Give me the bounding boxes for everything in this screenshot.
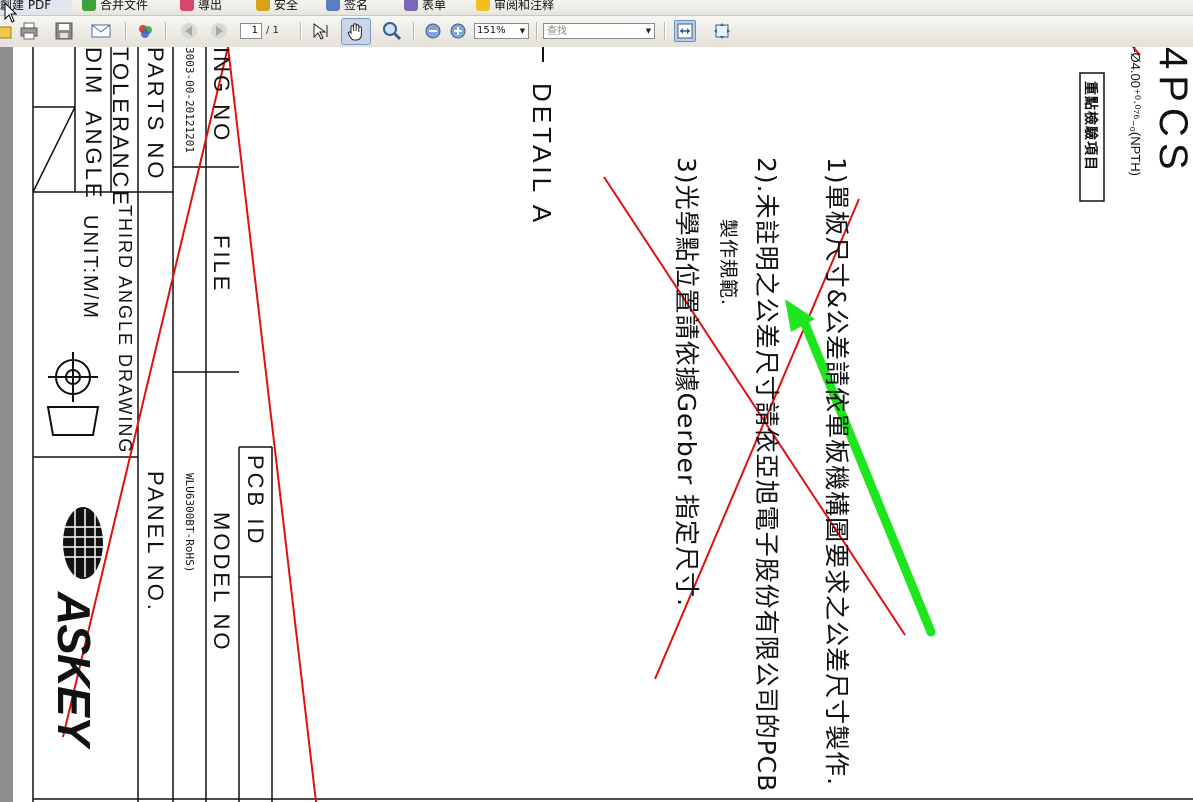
drawing-no-label: ING NO (209, 47, 234, 144)
arrow-right-icon (211, 23, 227, 39)
forms-icon (404, 0, 418, 11)
chevron-down-icon[interactable]: ▼ (644, 25, 653, 37)
fit-page-button[interactable] (711, 20, 733, 42)
email-icon (91, 24, 111, 38)
menu-item-label: 表单 (422, 0, 447, 12)
note-3: 3)光學點位置請依據Gerber 指定尺寸. (672, 157, 701, 608)
detail-label: DETAIL A (527, 83, 557, 227)
pcs-count: 4PCS (1151, 47, 1193, 176)
hand-tool-button[interactable] (341, 18, 371, 45)
menu-item-label: 安全 (274, 0, 299, 12)
navigation-pane-edge (0, 47, 13, 802)
sign-icon (326, 0, 340, 11)
menu-combine-files[interactable]: 合并文件 (82, 0, 148, 13)
find-box: ▼ (543, 23, 655, 39)
red-markup-lines (62, 47, 1141, 802)
askey-logo: ASKEY (48, 592, 100, 746)
toolbar: 1 / 1 151% ▼ ▼ (0, 16, 1193, 48)
pcb-id-label: PCB ID (243, 455, 268, 547)
logo-emblem (63, 507, 103, 579)
model-value: WLU6300BT-RoHS) (183, 473, 196, 573)
unit-label: UNIT:M/M (79, 215, 101, 320)
zoom-in-button[interactable] (447, 20, 469, 42)
dim-label: DIM (81, 47, 106, 97)
green-annotation-arrow (785, 299, 936, 637)
chevron-down-icon: ▼ (519, 27, 526, 35)
menu-bar: 創建 PDF 合并文件 導出 安全 签名 表单 审阅和注释 (0, 0, 1193, 16)
review-comment-icon (476, 0, 490, 11)
document-page[interactable]: DIM TOLERANCE ANGLE PARTS NO ING NO 3003… (13, 47, 1193, 802)
date-label: 3003-00-20121201 (183, 47, 196, 153)
security-icon (256, 0, 270, 11)
arrow-left-icon (181, 23, 197, 39)
menu-item-label: 签名 (344, 0, 369, 12)
zoom-in-icon (450, 23, 466, 39)
fit-page-icon (714, 23, 730, 39)
color-palette-icon (139, 25, 152, 38)
mouse-cursor-icon (4, 2, 18, 23)
save-icon (55, 22, 73, 40)
select-cursor-icon (313, 23, 328, 40)
menu-item-label: 合并文件 (100, 0, 149, 12)
zoom-out-icon (425, 23, 441, 39)
menu-forms[interactable]: 表单 (404, 0, 446, 13)
note-2: 2).未註明之公差尺寸請依亞旭電子股份有限公司的PCB (752, 157, 781, 793)
hole-spec: 5-Ø4.00⁺⁰·⁰⁷⁶₋₀(NPTH) (1128, 47, 1143, 176)
next-page-button[interactable] (208, 20, 230, 42)
drawing-frame-lines (32, 47, 1193, 802)
zoom-level-value: 151% (477, 25, 506, 36)
color-settings-button[interactable] (134, 20, 156, 42)
angle-label: ANGLE (81, 111, 106, 201)
zoom-level-select[interactable]: 151% ▼ (474, 23, 529, 39)
page-total-label: / 1 (266, 25, 279, 36)
zoom-tool-button[interactable] (381, 20, 403, 42)
inspection-item-label: 重點檢驗項目 (1082, 81, 1098, 171)
menu-review-comment[interactable]: 审阅和注释 (476, 0, 554, 13)
projection-symbol (46, 352, 100, 436)
fit-width-icon (677, 23, 693, 39)
select-tool-button[interactable] (310, 20, 332, 42)
menu-item-label: 導出 (198, 0, 223, 12)
zoom-out-button[interactable] (422, 20, 444, 42)
print-button[interactable] (18, 20, 40, 42)
folder-icon (0, 26, 12, 39)
third-angle-label: THIRD ANGLE DRAWING (115, 205, 135, 455)
email-button[interactable] (90, 20, 112, 42)
file-label: FILE (209, 235, 234, 294)
menu-security[interactable]: 安全 (256, 0, 298, 13)
hand-icon (347, 22, 362, 40)
tolerance-label: TOLERANCE (108, 47, 133, 209)
panel-no-label: PANEL NO. (143, 471, 168, 613)
menu-sign[interactable]: 签名 (326, 0, 368, 13)
note-1: 1)單板尺寸&公差請依單板機構圖要求之公差尺寸製作. (822, 157, 851, 787)
parts-no-label: PARTS NO (143, 47, 168, 182)
menu-export[interactable]: 導出 (180, 0, 222, 13)
magnifier-icon (383, 22, 402, 41)
model-no-label: MODEL NO (209, 512, 234, 653)
combine-files-icon (82, 0, 96, 11)
save-button[interactable] (53, 20, 75, 42)
previous-page-button[interactable] (178, 20, 200, 42)
menu-item-label: 审阅和注释 (494, 0, 555, 12)
fit-width-button[interactable] (674, 20, 696, 42)
print-icon (20, 22, 38, 40)
note-2-continued: 製作規範. (717, 219, 739, 307)
find-input[interactable] (545, 24, 645, 38)
page-number-input[interactable]: 1 (240, 23, 262, 39)
export-icon (180, 0, 194, 11)
